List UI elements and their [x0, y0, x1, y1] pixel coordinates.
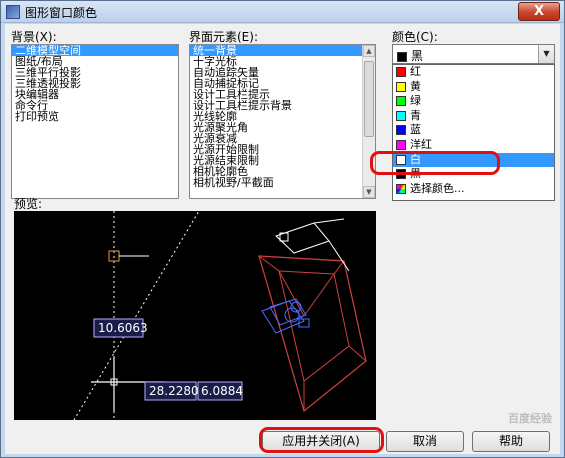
color-swatch-icon	[396, 67, 406, 77]
interface-elements-label: 界面元素(E):	[189, 30, 258, 44]
color-option-label: 选择颜色...	[410, 181, 465, 195]
color-option-label: 红	[410, 65, 421, 78]
scroll-down-icon[interactable]: ▼	[363, 186, 375, 198]
color-swatch-icon	[396, 125, 406, 136]
interface-elements-scrollbar[interactable]: ▲ ▼	[362, 45, 375, 198]
camera-glyph-icon	[261, 298, 310, 334]
color-option[interactable]: 黄	[393, 80, 554, 95]
frustum-ray-2	[303, 273, 335, 317]
dim-text-b: 28.2280	[149, 384, 199, 398]
color-combo-text: 黑	[411, 49, 424, 63]
preview-canvas: 10.6063 28.2280 6.0884	[14, 210, 376, 421]
color-option[interactable]: 青	[393, 109, 554, 124]
color-option-label: 绿	[410, 94, 421, 108]
annotation-highlight-apply-button	[259, 427, 384, 453]
color-combobox[interactable]: 黑 ▼	[392, 44, 555, 64]
dim-text-a: 10.6063	[98, 321, 148, 335]
window-title: 图形窗口颜色	[25, 6, 98, 20]
color-option-label: 蓝	[410, 123, 421, 137]
help-button[interactable]: 帮助	[472, 431, 550, 452]
color-swatch-icon	[396, 110, 406, 121]
color-option[interactable]: 选择颜色...	[393, 182, 554, 197]
light-glyph-ray-1	[313, 218, 345, 224]
color-swatch-icon	[397, 51, 407, 62]
color-option[interactable]: 红	[393, 65, 554, 80]
watermark: 百度经验	[508, 412, 552, 425]
color-option[interactable]: 蓝	[393, 123, 554, 138]
color-option-label: 黄	[410, 79, 421, 93]
preview-drawing: 10.6063 28.2280 6.0884	[73, 210, 367, 421]
frustum-edge-1	[258, 255, 280, 272]
color-dropdown-list[interactable]: 红黄绿青蓝洋红白黑选择颜色...	[392, 64, 555, 201]
color-swatch-icon	[396, 183, 406, 194]
color-swatch-icon	[396, 139, 406, 150]
background-label: 背景(X):	[11, 30, 57, 44]
color-swatch-icon	[396, 81, 406, 92]
color-label: 颜色(C):	[392, 30, 438, 44]
scroll-thumb[interactable]	[364, 61, 374, 137]
scroll-up-icon[interactable]: ▲	[363, 45, 375, 57]
preview-label: 预览:	[14, 197, 43, 211]
light-glyph-box	[275, 222, 330, 254]
background-list-item[interactable]: 打印预览	[12, 111, 178, 122]
color-option-label: 洋红	[410, 137, 432, 151]
interface-elements-items: 统一背景 十字光标 自动追踪矢量 自动捕捉标记 设计工具栏提示 设计工具栏提示背景 光线轮廓…	[190, 45, 375, 188]
annotation-highlight-white-option	[370, 151, 500, 175]
app-icon	[6, 5, 20, 19]
interface-elements-listbox[interactable]: 统一背景 十字光标 自动追踪矢量 自动捕捉标记 设计工具栏提示 设计工具栏提示背景 光线轮廓…	[189, 44, 376, 199]
dim-text-c: 6.0884	[201, 384, 243, 398]
camera-frustum-inner	[278, 270, 350, 382]
color-combo-value: 黑	[397, 47, 423, 64]
color-option[interactable]: 绿	[393, 94, 554, 109]
chevron-down-icon[interactable]: ▼	[538, 45, 554, 63]
dialog-body: 背景(X): 二维模型空间 图纸/布局 三维平行投影 三维透视投影 块编辑器 命令行 打印预…	[5, 24, 560, 454]
camera-frustum-outer	[258, 255, 367, 413]
color-option-label: 青	[410, 108, 421, 122]
title-bar[interactable]: 图形窗口颜色 X	[1, 1, 564, 23]
dialog-window: 图形窗口颜色 X 背景(X): 二维模型空间 图纸/布局 三维平行投影 三维透视投影块…	[0, 0, 565, 458]
frustum-edge-2	[333, 260, 345, 275]
cancel-button[interactable]: 取消	[386, 431, 464, 452]
interface-element-item[interactable]: 相机视野/平截面	[190, 177, 362, 188]
close-button[interactable]: X	[518, 2, 560, 21]
background-listbox[interactable]: 二维模型空间 图纸/布局 三维平行投影 三维透视投影 块编辑器 命令行 打印预览	[11, 44, 179, 199]
color-swatch-icon	[396, 96, 406, 107]
light-glyph-ray-2	[328, 240, 350, 272]
